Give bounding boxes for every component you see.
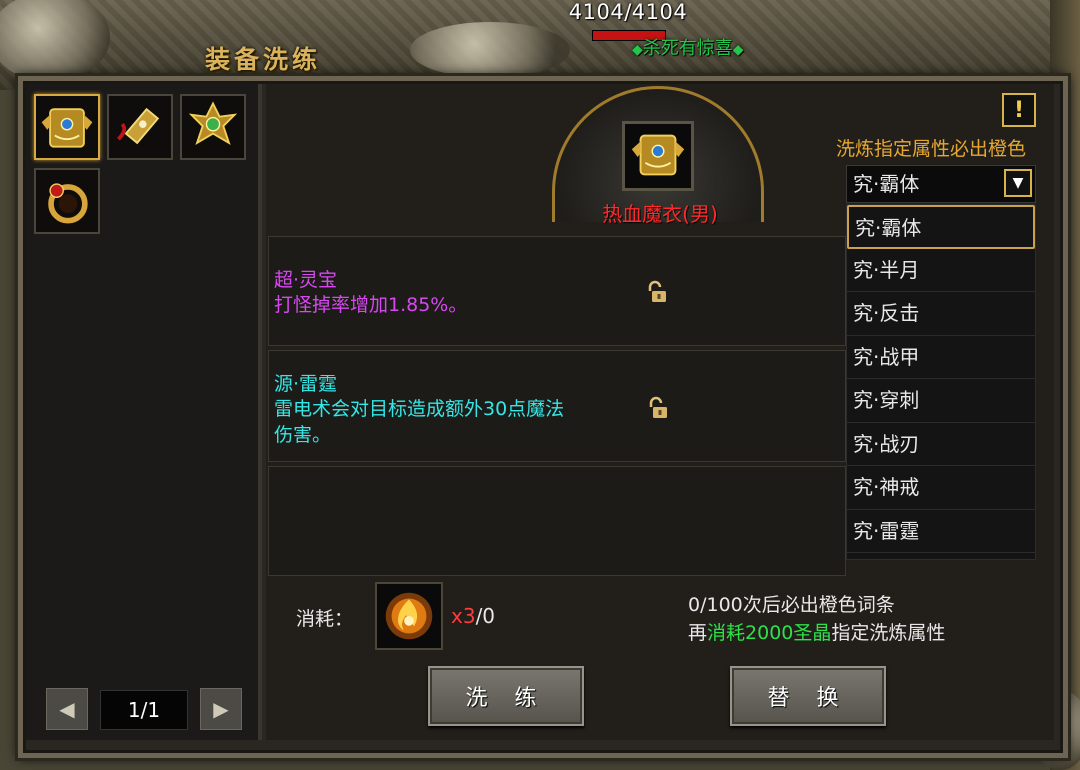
cost-label: 消耗： [296,608,354,630]
attribute-title: 超·灵宝 [274,269,338,291]
dropdown-option[interactable]: 究·半月 [847,249,1035,292]
orange-rule-hint: 洗炼指定属性必出橙色 [836,138,1027,160]
dropdown-option[interactable]: 究·战甲 [847,336,1035,379]
equipment-slot-ring[interactable] [34,168,100,234]
specify-prefix: 再 [688,622,708,644]
hp-readout: 4104/4104 [568,0,688,24]
page-indicator: 1/1 [100,690,188,730]
attribute-select[interactable]: 究·霸体 ▼ [846,165,1036,203]
attribute-select-value: 究·霸体 [853,172,920,196]
dropdown-option[interactable]: 究·反击 [847,292,1035,336]
attribute-row-2: 源·雷霆 雷电术会对目标造成额外30点魔法 伤害。 [268,350,846,462]
attribute-desc: 打怪掉率增加1.85%。 [274,294,468,316]
attribute-desc: 雷电术会对目标造成额外30点魔法 [274,398,565,420]
window-title: 装备洗练 [205,45,322,74]
unlocked-padlock-icon[interactable] [645,395,671,421]
dropdown-option[interactable]: 究·雷霆 [847,510,1035,553]
kill-tip: ◆杀死有惊喜◆ [632,38,744,59]
selected-item-name: 热血魔衣(男) [602,202,718,226]
help-warning-button[interactable]: ! [1002,93,1036,127]
pity-counter-text: 0/100次后必出橙色词条 [688,594,895,616]
dropdown-option[interactable]: 究·霸体 [847,205,1035,249]
selected-item-box[interactable] [622,121,694,191]
specify-cost-highlight: 消耗2000圣晶 [707,622,832,644]
flame-orb-icon [385,592,433,640]
equipment-slot-bracer[interactable] [107,94,173,160]
chevron-down-icon[interactable]: ▼ [1004,169,1032,197]
left-arrow-icon: ◀ [59,697,75,721]
page-next-button[interactable]: ▶ [200,688,242,730]
cost-owned: /0 [475,604,496,628]
dropdown-option[interactable]: 究·神戒 [847,466,1035,510]
dropdown-option[interactable]: 究·战刃 [847,423,1035,466]
gold-amulet-icon [188,101,238,146]
unlocked-padlock-icon[interactable] [644,279,670,305]
equipment-slot-amulet[interactable] [180,94,246,160]
warning-icon: ! [1013,97,1025,123]
replace-button[interactable]: 替 换 [730,666,886,726]
specify-suffix: 指定洗炼属性 [831,622,946,644]
equipment-slot-armor[interactable] [34,94,100,160]
kill-tip-text: 杀死有惊喜 [642,38,733,59]
cost-count: x3/0 [451,604,495,628]
gold-bracer-icon [117,107,160,145]
attribute-title: 源·雷霆 [274,373,338,395]
specify-cost-text: 再消耗2000圣晶指定洗炼属性 [688,618,945,645]
cost-item-box[interactable] [375,582,443,650]
attribute-row-1: 超·灵宝 打怪掉率增加1.85%。 [268,236,846,346]
refine-button[interactable]: 洗 练 [428,666,584,726]
gold-armor-icon [631,134,685,176]
gold-armor-icon [41,108,93,148]
attribute-desc-cont: 伤害。 [274,424,332,446]
dragon-ornament-mid [410,22,570,78]
gold-ring-icon [48,183,88,224]
page-prev-button[interactable]: ◀ [46,688,88,730]
cost-required: x3 [451,604,476,628]
attribute-row-3-empty [268,466,846,576]
attribute-dropdown-list: 究·霸体 究·半月 究·反击 究·战甲 究·穿刺 究·战刃 究·神戒 究·雷霆 [846,204,1036,560]
right-arrow-icon: ▶ [213,697,229,721]
dropdown-option[interactable]: 究·穿刺 [847,379,1035,423]
